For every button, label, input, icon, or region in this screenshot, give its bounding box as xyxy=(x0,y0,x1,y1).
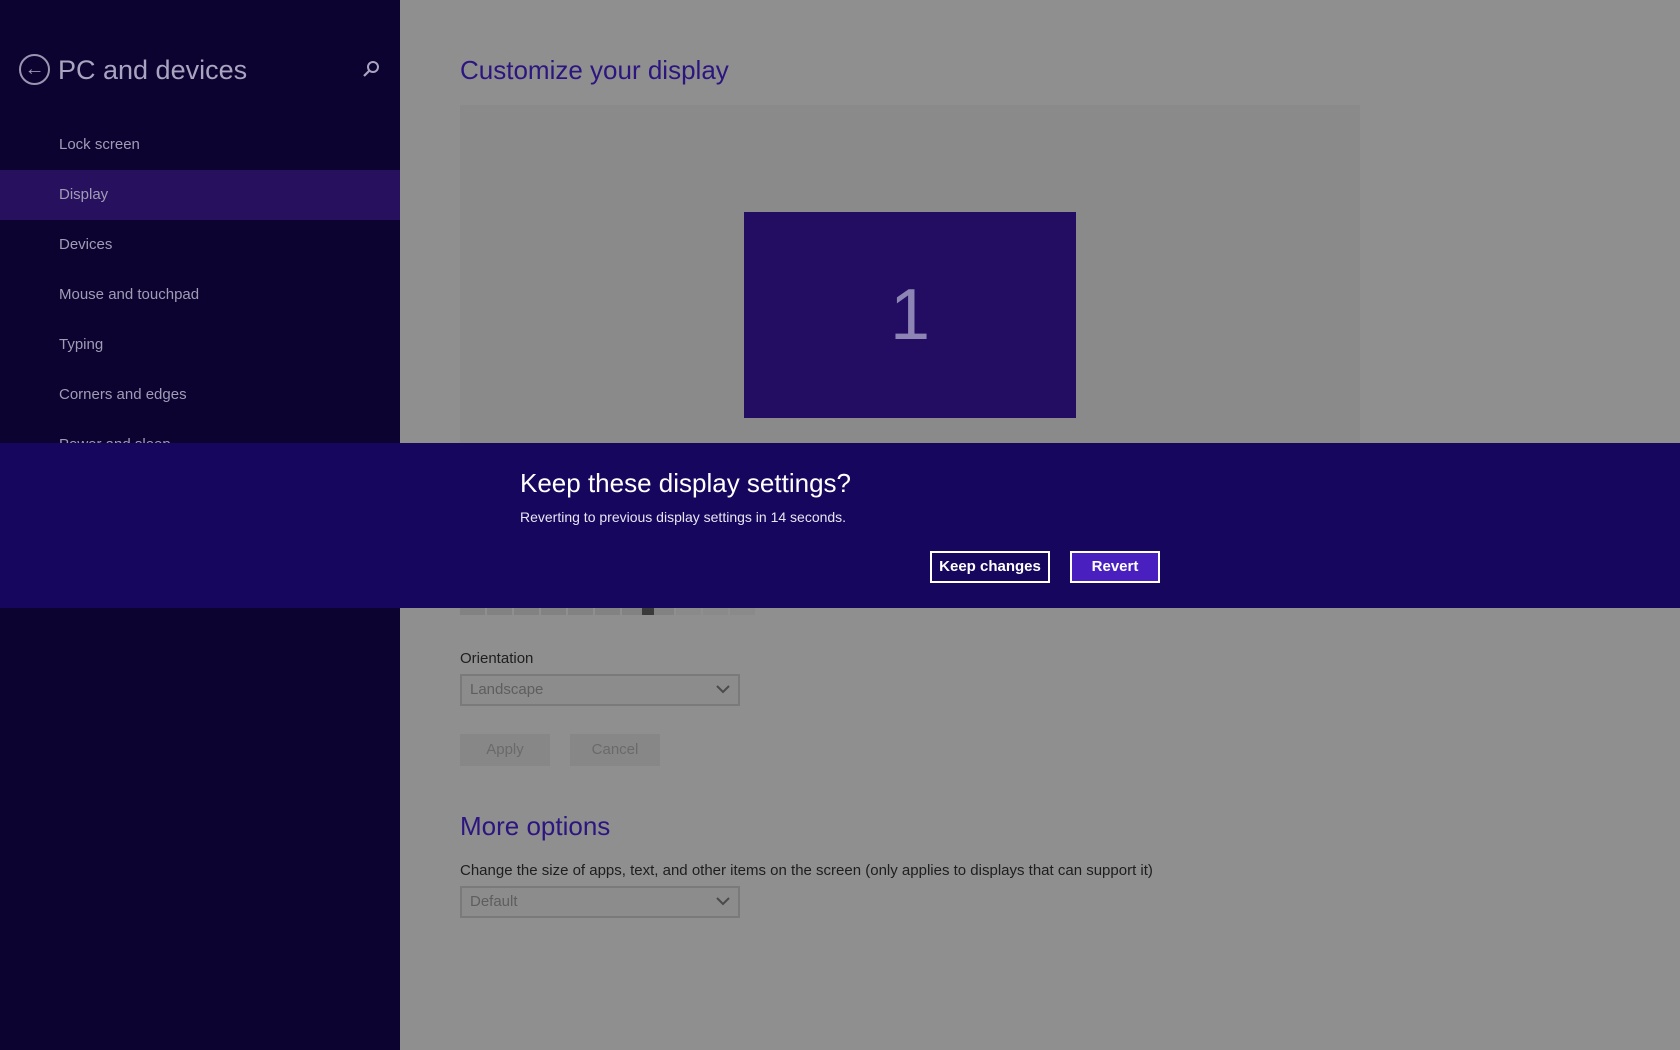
more-options-title: More options xyxy=(460,811,611,841)
scaling-dropdown[interactable]: Default xyxy=(460,886,740,918)
chevron-down-icon xyxy=(716,894,730,908)
sidebar-item-typing[interactable]: Typing xyxy=(0,320,400,370)
dialog-message: Reverting to previous display settings i… xyxy=(520,509,847,525)
page-title: Customize your display xyxy=(460,55,729,85)
sidebar-item-mouse-and-touchpad[interactable]: Mouse and touchpad xyxy=(0,270,400,320)
scaling-value: Default xyxy=(470,893,518,910)
dialog-title: Keep these display settings? xyxy=(520,468,851,498)
sidebar-item-power-and-sleep[interactable]: Power and sleep xyxy=(0,420,400,444)
keep-changes-button[interactable]: Keep changes xyxy=(930,551,1050,583)
sidebar-item-lock-screen[interactable]: Lock screen xyxy=(0,120,400,170)
search-icon[interactable] xyxy=(360,58,382,80)
sidebar-item-devices[interactable]: Devices xyxy=(0,220,400,270)
cancel-button[interactable]: Cancel xyxy=(570,734,660,766)
keep-settings-dialog: Keep these display settings? Reverting t… xyxy=(0,443,1680,608)
monitor-1[interactable]: 1 xyxy=(744,212,1076,418)
orientation-dropdown[interactable]: Landscape xyxy=(460,674,740,706)
display-preview: 1 xyxy=(460,105,1360,445)
sidebar-item-display[interactable]: Display xyxy=(0,170,400,220)
sidebar-item-corners-and-edges[interactable]: Corners and edges xyxy=(0,370,400,420)
chevron-down-icon xyxy=(716,682,730,696)
sidebar-header: ← PC and devices xyxy=(0,52,400,92)
orientation-label: Orientation xyxy=(460,650,534,667)
back-arrow-icon[interactable]: ← xyxy=(19,54,50,85)
sidebar-nav: Lock screen Display Devices Mouse and to… xyxy=(0,120,400,444)
revert-button[interactable]: Revert xyxy=(1070,551,1160,583)
orientation-value: Landscape xyxy=(470,681,544,698)
sidebar-title: PC and devices xyxy=(58,55,248,85)
scaling-description: Change the size of apps, text, and other… xyxy=(460,862,1153,879)
apply-button[interactable]: Apply xyxy=(460,734,550,766)
